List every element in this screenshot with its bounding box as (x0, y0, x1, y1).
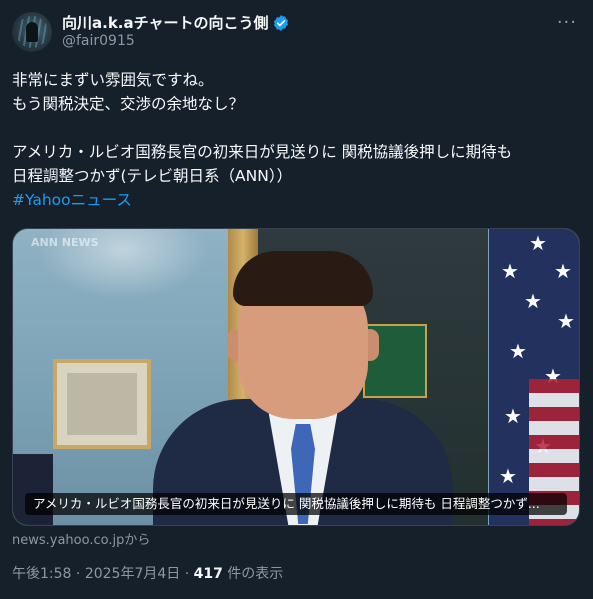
us-flag: ★ ★ ★ ★ ★ ★ ★ ★ ★ ★ (489, 229, 579, 525)
tweet-date[interactable]: 2025年7月4日 (85, 566, 180, 582)
tweet-text-blank-line (12, 116, 578, 140)
avatar[interactable] (12, 12, 52, 52)
card-caption[interactable]: アメリカ・ルビオ国務長官の初来日が見送りに 関税協議後押しに期待も 日程調整つか… (25, 493, 567, 515)
verified-badge-icon (274, 14, 289, 31)
meta-separator: · (71, 566, 85, 582)
news-watermark: ANN NEWS (31, 236, 99, 249)
wall-painting (53, 359, 151, 449)
tweet-text-line: 非常にまずい雰囲気ですね。 (12, 71, 214, 89)
tweet-text-line: もう関税決定、交渉の余地なし？ (12, 95, 245, 113)
avatar-figure (26, 22, 38, 42)
flag-star-icon: ★ (524, 289, 542, 313)
flag-star-icon: ★ (529, 231, 547, 255)
painting-canvas (67, 373, 137, 435)
flag-star-icon: ★ (554, 259, 572, 283)
author-handle[interactable]: @fair0915 (62, 33, 135, 49)
tweet-time[interactable]: 午後1:58 (12, 566, 71, 582)
views-label: 件の表示 (222, 566, 284, 582)
hashtag-link[interactable]: #Yahooニュース (12, 188, 578, 212)
tweet-text-line: 日程調整つかず(テレビ朝日系（ANN）） (12, 167, 293, 185)
author-display-name[interactable]: 向川a.k.aチャートの向こう側 (62, 12, 268, 33)
flag-star-icon: ★ (501, 259, 519, 283)
meta-separator: · (180, 566, 194, 582)
card-source-link[interactable]: news.yahoo.co.jpから (12, 529, 150, 548)
flag-star-icon: ★ (509, 339, 527, 363)
tweet-text: 非常にまずい雰囲気ですね。 もう関税決定、交渉の余地なし？ アメリカ・ルビオ国務… (12, 68, 578, 212)
link-card-image[interactable]: ★ ★ ★ ★ ★ ★ ★ ★ ★ ★ ANN NEWS アメリカ・ルビオ国務長… (12, 228, 580, 526)
tweet-text-line: アメリカ・ルビオ国務長官の初来日が見送りに 関税協議後押しに期待も (12, 143, 513, 161)
person-hair (233, 251, 373, 306)
flag-star-icon: ★ (499, 464, 517, 488)
flag-star-icon: ★ (504, 404, 522, 428)
more-options-icon[interactable]: ··· (557, 12, 577, 33)
views-count[interactable]: 417 (194, 566, 223, 582)
flag-star-icon: ★ (557, 309, 575, 333)
author-name-row: 向川a.k.aチャートの向こう側 (62, 12, 290, 33)
tweet-meta: 午後1:58 · 2025年7月4日 · 417 件の表示 (12, 563, 283, 583)
